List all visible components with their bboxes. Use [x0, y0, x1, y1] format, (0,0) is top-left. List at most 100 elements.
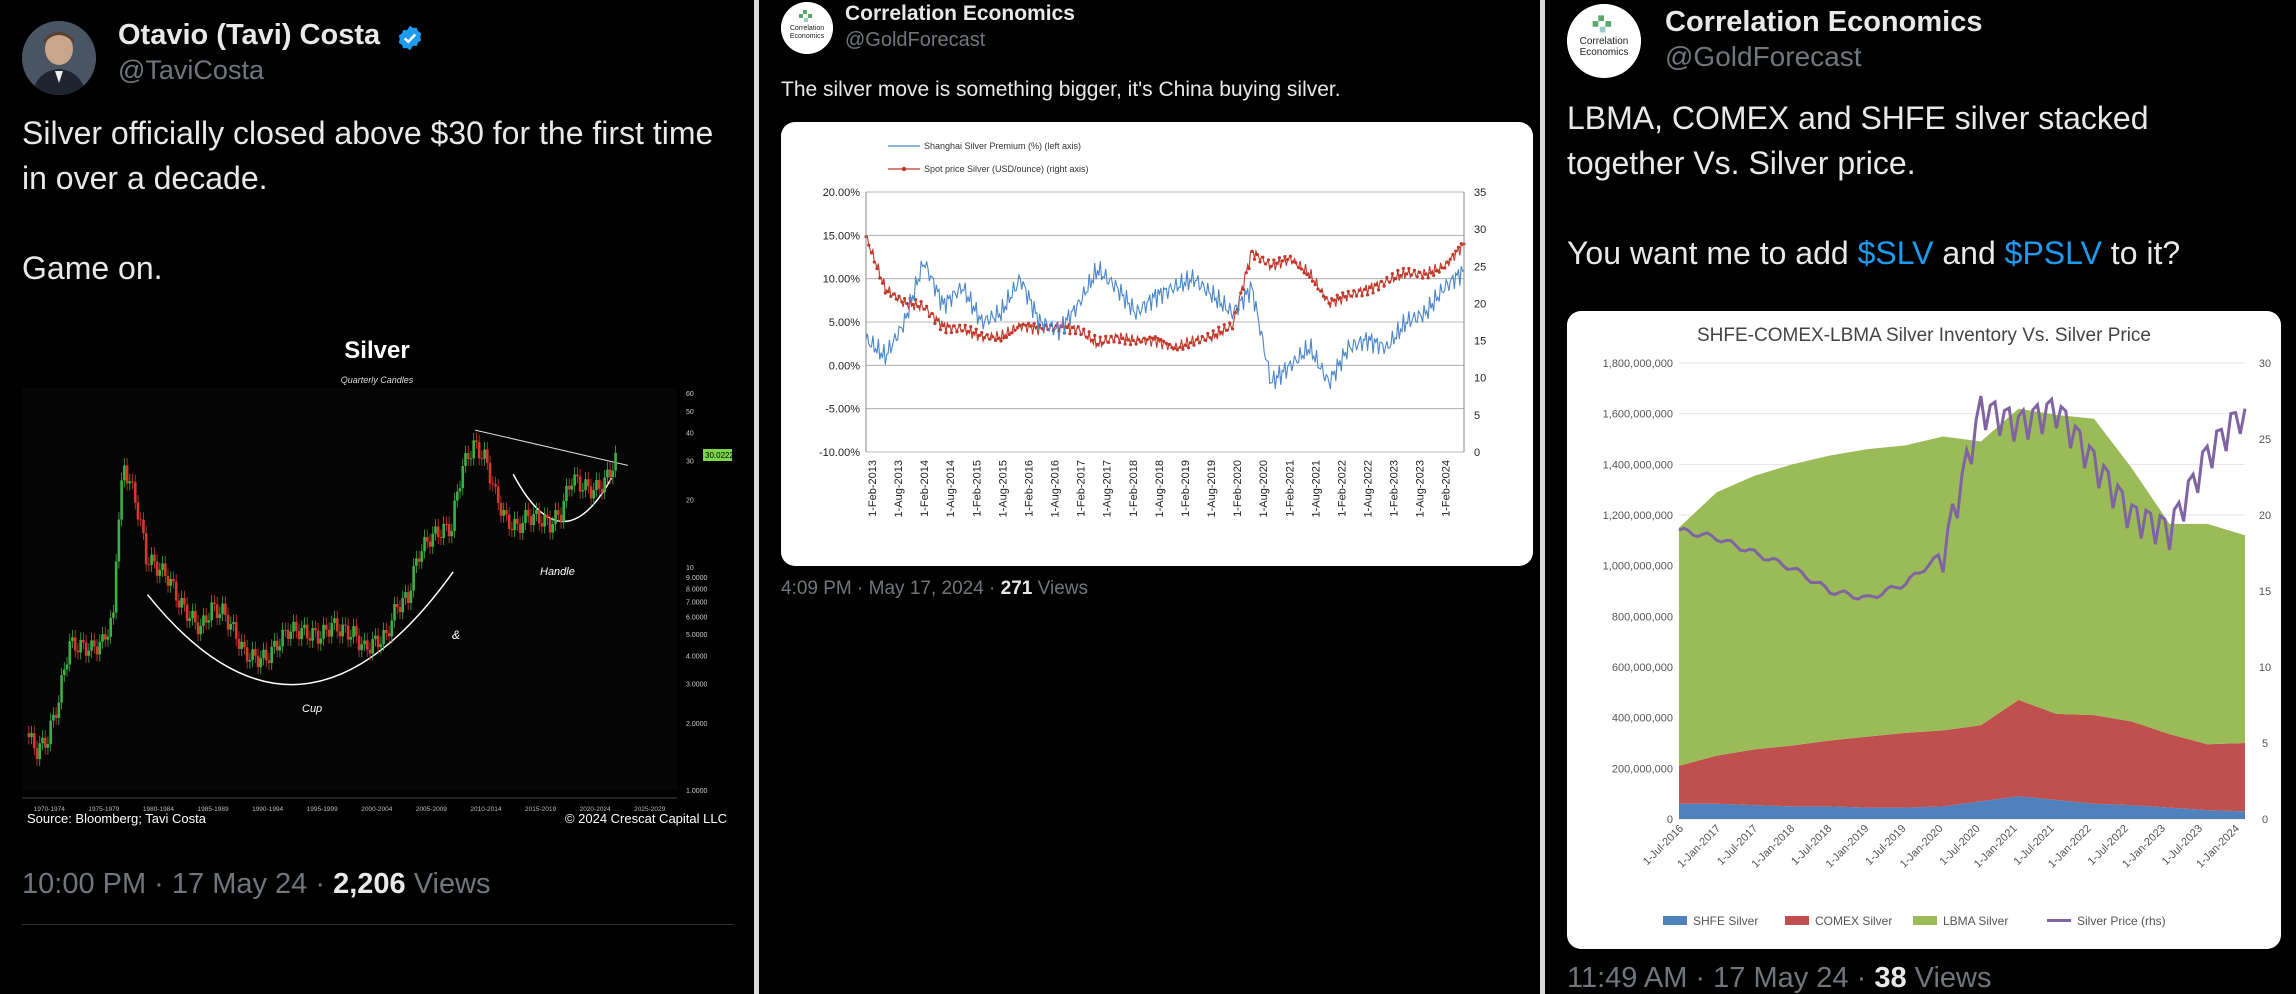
spot-price-line-point — [1128, 342, 1133, 347]
verified-badge-icon — [396, 24, 424, 57]
candle-body — [73, 637, 77, 651]
candle-body — [243, 641, 246, 648]
spot-price-line-point — [1164, 341, 1168, 345]
candle-body — [439, 537, 443, 539]
svg-text:Correlation: Correlation — [1580, 36, 1629, 47]
spot-price-line-point — [872, 260, 876, 264]
spot-price-line-point — [1010, 331, 1014, 335]
candle-body — [565, 485, 568, 502]
spot-price-line-point — [1349, 294, 1353, 298]
views-count: 38 — [1874, 962, 1907, 994]
y-tick-label: 5.0000 — [686, 632, 708, 639]
y-right-tick-label: 25 — [2259, 434, 2271, 446]
user-handle[interactable]: @TaviCosta — [118, 55, 264, 86]
y-left-tick-label: 20.00% — [823, 187, 861, 199]
spot-price-line-point — [1374, 283, 1378, 287]
candle-body — [554, 510, 557, 525]
spot-price-line-point — [1153, 335, 1157, 339]
spot-price-line-point — [1192, 343, 1196, 347]
candle-body — [480, 458, 484, 460]
spot-price-line-point — [1429, 271, 1433, 275]
display-name[interactable]: Correlation Economics — [1665, 6, 1982, 39]
spot-price-line-point — [1173, 346, 1177, 350]
avatar-photo — [22, 21, 96, 95]
candle-body — [297, 631, 301, 640]
candle-body — [32, 733, 36, 749]
spot-price-line-point — [1142, 336, 1146, 340]
candle-body — [600, 488, 604, 493]
candle-body — [614, 452, 617, 471]
silver-chart: Silver Quarterly Candles 60 50 40 30 20 10 9.0… — [22, 337, 734, 826]
spot-price-line-point — [1324, 295, 1328, 300]
spot-price-line-point — [1432, 273, 1436, 278]
y-left-tick-label: 1,800,000,000 — [1603, 358, 1673, 370]
tweet-panel-1: Otavio (Tavi) Costa @TaviCosta Silver of… — [0, 0, 754, 994]
tweet-image[interactable]: Shanghai Silver Premium (%) (left axis) … — [781, 122, 1533, 566]
candle-body — [428, 541, 432, 547]
avatar[interactable] — [22, 21, 96, 95]
candle-body — [90, 640, 93, 651]
cashtag-slv[interactable]: $SLV — [1858, 235, 1934, 271]
spot-price-line-point — [1101, 341, 1105, 345]
spot-price-line-point — [1390, 272, 1394, 276]
y-right-tick-label: 0 — [2262, 814, 2268, 826]
y-tick-label: 1.0000 — [686, 788, 708, 795]
spot-price-line-point — [902, 296, 907, 301]
spot-price-line-point — [1423, 272, 1428, 276]
avatar[interactable]: Correlation Economics — [781, 2, 833, 54]
tweet-text-line2: Game on. — [22, 250, 163, 286]
spot-price-line-point — [1156, 337, 1160, 341]
avatar[interactable]: Correlation Economics — [1567, 4, 1641, 78]
candle-body — [314, 628, 317, 631]
candle-body — [379, 644, 383, 648]
candle-body — [120, 480, 123, 520]
spot-price-line-point — [1013, 328, 1017, 332]
y-tick-label: 9.0000 — [686, 575, 708, 582]
candle-body — [393, 604, 396, 621]
candle-body — [199, 625, 203, 635]
y-left-tick-label: 5.00% — [829, 317, 860, 329]
tweet-image[interactable]: Silver Quarterly Candles 60 50 40 30 20 10 9.0… — [22, 320, 734, 840]
candle-body — [68, 641, 72, 665]
tweet-timestamp[interactable]: 10:00 PM · 17 May 24 · 2,206 Views — [22, 868, 491, 901]
spot-price-line-point — [1084, 335, 1089, 339]
spot-price-line-point — [897, 294, 901, 298]
spot-price-line-point — [1018, 324, 1022, 328]
candle-body — [183, 598, 186, 605]
tweet-timestamp[interactable]: 4:09 PM · May 17, 2024 · 271 Views — [781, 578, 1088, 600]
candle-body — [38, 743, 42, 760]
y-right-tick-label: 30 — [1474, 224, 1486, 236]
tweet-timestamp[interactable]: 11:49 AM · 17 May 24 · 38 Views — [1567, 962, 1992, 994]
tweet-panel-3: Correlation Economics Correlation Econom… — [1545, 0, 2296, 994]
spot-price-line-point — [1206, 331, 1210, 336]
spot-price-line-point — [1098, 335, 1102, 339]
spot-price-line-point — [1090, 338, 1094, 342]
spot-price-line-point — [1387, 280, 1392, 284]
spot-price-line-point — [1456, 245, 1461, 249]
spot-price-line-point — [1335, 293, 1339, 297]
spot-price-line-point — [1319, 289, 1323, 293]
candle-body — [215, 604, 219, 619]
spot-price-line-point — [974, 327, 978, 331]
user-handle[interactable]: @GoldForecast — [1665, 41, 1862, 73]
candle-body — [341, 624, 344, 637]
spot-price-line-point — [891, 292, 896, 296]
display-name[interactable]: Correlation Economics — [845, 2, 1075, 26]
x-tick-label: 1990-1994 — [252, 806, 283, 813]
candle-body — [469, 458, 473, 460]
spot-price-line-point — [1131, 338, 1135, 343]
user-handle[interactable]: @GoldForecast — [845, 29, 985, 52]
candle-body — [284, 629, 287, 631]
spot-price-line-point — [1015, 325, 1020, 330]
tweet-image[interactable]: SHFE-COMEX-LBMA Silver Inventory Vs. Sil… — [1567, 311, 2281, 949]
display-name[interactable]: Otavio (Tavi) Costa — [118, 19, 380, 52]
plot-area — [22, 388, 677, 790]
tweet-text: Silver officially closed above $30 for t… — [22, 115, 714, 196]
y-tick-label: 40 — [686, 430, 694, 437]
separator — [22, 924, 734, 925]
candle-body — [425, 536, 429, 542]
cashtag-pslv[interactable]: $PSLV — [2005, 235, 2102, 271]
x-tick-label: 1-Feb-2016 — [1023, 460, 1035, 517]
legend-label: SHFE Silver — [1693, 914, 1758, 928]
x-tick-label: 1995-1999 — [307, 806, 338, 813]
